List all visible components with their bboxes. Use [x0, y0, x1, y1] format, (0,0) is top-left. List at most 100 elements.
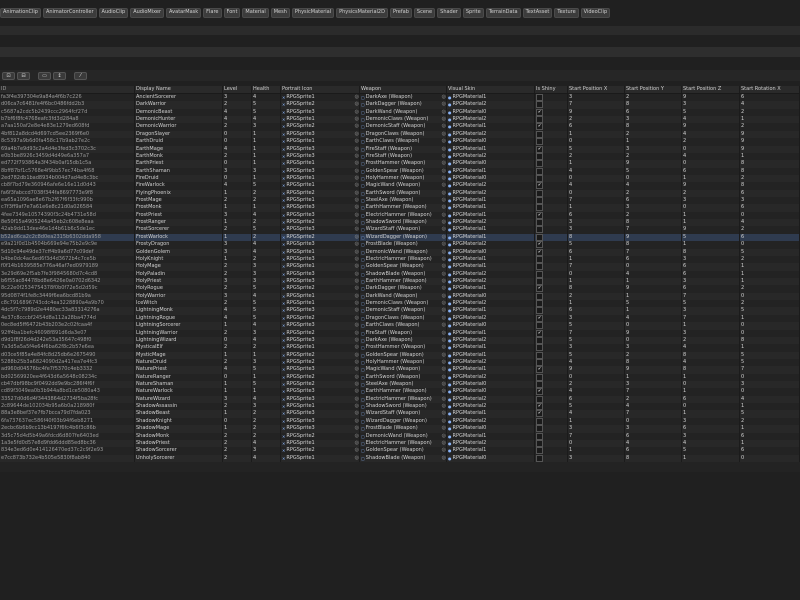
id-cell[interactable]: e0b3be8926c3459d4d49e6a357a7: [0, 152, 135, 161]
level-cell[interactable]: 1: [223, 351, 252, 359]
object-picker-icon[interactable]: ◎: [355, 94, 359, 101]
visual-skin-cell[interactable]: ● RPGMaterial2: [447, 314, 535, 323]
start-position-x-cell[interactable]: 6: [568, 248, 625, 256]
object-picker-icon[interactable]: ◎: [355, 418, 359, 425]
is-shiny-cell[interactable]: [535, 307, 568, 315]
object-picker-icon[interactable]: ◎: [442, 433, 446, 440]
weapon-cell[interactable]: ▢ ElectricHammer (Weapon) ◎: [360, 395, 447, 404]
level-cell[interactable]: 2: [223, 226, 252, 234]
start-position-z-cell[interactable]: 3: [682, 329, 740, 337]
id-cell[interactable]: 33527d0d6d4f3443864d2734f5ba28fc: [0, 395, 135, 404]
column-header-start-position-z[interactable]: Start Position Z: [682, 86, 740, 93]
start-position-y-cell[interactable]: 9: [625, 233, 682, 242]
id-cell[interactable]: cb47dbf98bc9f0492dd9e9bc286f4f6f: [0, 381, 135, 389]
id-cell[interactable]: bd02569920ee4f643d6a5648c08234c: [0, 373, 135, 382]
display-name-cell[interactable]: FireWarlock: [135, 182, 223, 190]
start-position-z-cell[interactable]: 1: [682, 373, 740, 382]
is-shiny-checkbox[interactable]: [536, 395, 543, 403]
start-rotation-x-cell[interactable]: 8: [740, 182, 800, 190]
id-cell[interactable]: c7f3ff9af7e7a61e6e8c21d0a026584: [0, 204, 135, 212]
health-cell[interactable]: 3: [252, 358, 281, 367]
start-position-y-cell[interactable]: 7: [625, 248, 682, 256]
portrait-icon-cell[interactable]: ✕ RPGSprite3 ◎: [281, 410, 360, 418]
table-row[interactable]: d06ca7c6481fe4f6bc0486fdd2b3 DarkWarrior 2…: [0, 101, 800, 109]
visual-skin-cell[interactable]: ● RPGMaterial1: [447, 432, 535, 440]
level-cell[interactable]: 1: [223, 322, 252, 330]
weapon-cell[interactable]: ▢ GoldenSpear (Weapon) ◎: [360, 263, 447, 271]
start-position-z-cell[interactable]: 6: [682, 167, 740, 175]
is-shiny-checkbox[interactable]: [536, 417, 543, 425]
object-picker-icon[interactable]: ◎: [355, 337, 359, 344]
start-position-y-cell[interactable]: 8: [625, 123, 682, 131]
table-row[interactable]: cb47dbf98bc9f0492dd9e9bc286f4f6f NatureSh…: [0, 381, 800, 389]
visual-skin-cell[interactable]: ● RPGMaterial2: [447, 403, 535, 411]
health-cell[interactable]: 4: [252, 454, 281, 462]
visual-skin-cell[interactable]: ● RPGMaterial0: [447, 174, 535, 183]
level-cell[interactable]: 0: [223, 138, 252, 146]
start-position-x-cell[interactable]: 1: [568, 204, 625, 212]
start-position-x-cell[interactable]: 0: [568, 270, 625, 278]
is-shiny-cell[interactable]: [535, 432, 568, 440]
id-cell[interactable]: 95d0874f1fe8c3449f6ea6bcd81b9a: [0, 292, 135, 301]
is-shiny-cell[interactable]: [535, 152, 568, 161]
column-header-weapon[interactable]: Weapon: [360, 86, 447, 93]
health-cell[interactable]: 3: [252, 277, 281, 286]
health-cell[interactable]: 2: [252, 197, 281, 205]
object-picker-icon[interactable]: ◎: [442, 146, 446, 153]
start-position-z-cell[interactable]: 2: [682, 189, 740, 198]
object-picker-icon[interactable]: ◎: [355, 175, 359, 182]
is-shiny-checkbox[interactable]: [536, 94, 543, 101]
level-cell[interactable]: 2: [223, 263, 252, 271]
is-shiny-cell[interactable]: [535, 101, 568, 109]
weapon-cell[interactable]: ▢ ElectricHammer (Weapon) ◎: [360, 439, 447, 448]
visual-skin-cell[interactable]: ● RPGMaterial2: [447, 189, 535, 198]
start-position-y-cell[interactable]: 4: [625, 270, 682, 278]
start-rotation-x-cell[interactable]: 0: [740, 241, 800, 249]
health-cell[interactable]: 4: [252, 94, 281, 102]
portrait-icon-cell[interactable]: ✕ RPGSprite2 ◎: [281, 447, 360, 455]
table-row[interactable]: bd02569920ee4f643d6a5648c08234c NatureRan…: [0, 373, 800, 382]
start-position-x-cell[interactable]: 1: [568, 417, 625, 426]
visual-skin-cell[interactable]: ● RPGMaterial1: [447, 211, 535, 220]
object-picker-icon[interactable]: ◎: [442, 307, 446, 314]
weapon-cell[interactable]: ▢ WizardDagger (Weapon) ◎: [360, 417, 447, 426]
visual-skin-cell[interactable]: ● RPGMaterial1: [447, 410, 535, 418]
health-cell[interactable]: 5: [252, 307, 281, 315]
start-position-z-cell[interactable]: 4: [682, 152, 740, 161]
id-cell[interactable]: ea65a1096ae8e67b2f67f6f33fc990b: [0, 197, 135, 205]
portrait-icon-cell[interactable]: ✕ RPGSprite3 ◎: [281, 336, 360, 345]
asset-type-chip[interactable]: Sprite: [462, 8, 484, 18]
object-picker-icon[interactable]: ◎: [442, 226, 446, 233]
asset-type-chip[interactable]: Prefab: [389, 8, 412, 18]
is-shiny-checkbox[interactable]: [536, 130, 543, 138]
object-picker-icon[interactable]: ◎: [442, 352, 446, 359]
display-name-cell[interactable]: DemonicWarrior: [135, 123, 223, 131]
start-position-z-cell[interactable]: 3: [682, 432, 740, 440]
asset-type-chip[interactable]: Mesh: [270, 8, 290, 18]
object-picker-icon[interactable]: ◎: [355, 388, 359, 395]
display-name-cell[interactable]: ShadowBeast: [135, 410, 223, 418]
is-shiny-checkbox[interactable]: ✔: [536, 108, 543, 116]
is-shiny-checkbox[interactable]: [536, 336, 543, 344]
object-picker-icon[interactable]: ◎: [355, 101, 359, 108]
weapon-cell[interactable]: ▢ ElectricHammer (Weapon) ◎: [360, 255, 447, 264]
start-position-x-cell[interactable]: 3: [568, 94, 625, 102]
asset-type-chip[interactable]: TerrainData: [485, 8, 521, 18]
is-shiny-checkbox[interactable]: [536, 381, 543, 389]
portrait-icon-cell[interactable]: ✕ RPGSprite1 ◎: [281, 174, 360, 183]
table-row[interactable]: cd89f3049ea0b3b944a8bd1ce5080a43 NatureWa…: [0, 388, 800, 396]
weapon-cell[interactable]: ▢ WizardStaff (Weapon) ◎: [360, 410, 447, 418]
display-name-cell[interactable]: LightningMonk: [135, 307, 223, 315]
health-cell[interactable]: 5: [252, 101, 281, 109]
start-position-y-cell[interactable]: 0: [625, 263, 682, 271]
is-shiny-checkbox[interactable]: [536, 167, 543, 175]
object-picker-icon[interactable]: ◎: [442, 101, 446, 108]
table-row[interactable]: 0ec8ed5ff6472b43b203e2c02fcaa4f Lightning…: [0, 322, 800, 330]
asset-type-chip[interactable]: TextAsset: [522, 8, 553, 18]
start-position-y-cell[interactable]: 8: [625, 101, 682, 109]
start-position-x-cell[interactable]: 1: [568, 160, 625, 168]
portrait-icon-cell[interactable]: ✕ RPGSprite3 ◎: [281, 307, 360, 315]
level-cell[interactable]: 4: [223, 145, 252, 153]
weapon-cell[interactable]: ▢ WizardDagger (Weapon) ◎: [360, 233, 447, 242]
is-shiny-checkbox[interactable]: [536, 447, 543, 455]
